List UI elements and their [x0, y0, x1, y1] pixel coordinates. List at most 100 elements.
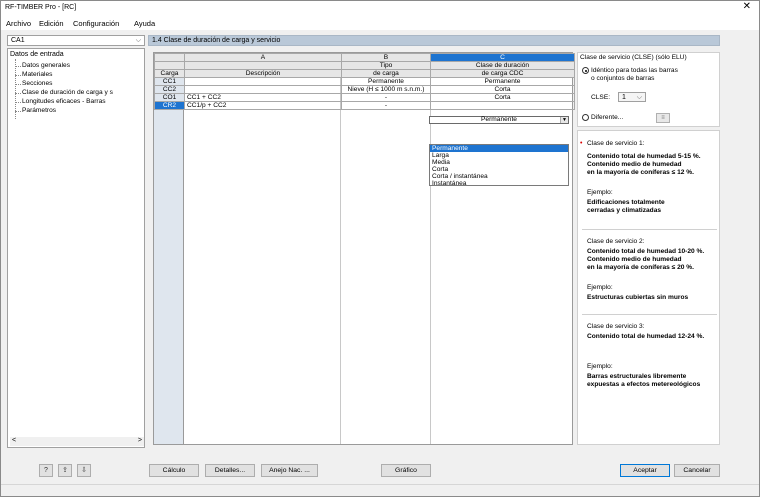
- radio-identical-label-2: o conjuntos de barras: [591, 75, 655, 82]
- menu-edicion[interactable]: Edición: [39, 19, 64, 28]
- edit-icon[interactable]: ≡: [656, 113, 670, 123]
- marker-icon: •: [580, 140, 583, 147]
- cdc-combo[interactable]: Permanente ▼: [429, 116, 569, 124]
- menu-configuracion[interactable]: Configuración: [73, 19, 119, 28]
- cell-desc[interactable]: [184, 85, 342, 94]
- menu-bar: Archivo Edición Configuración Ayuda: [1, 15, 759, 30]
- graph-button[interactable]: Gráfico: [381, 464, 431, 477]
- status-bar: [1, 484, 759, 496]
- nav-tree: Datos de entrada Datos generales Materia…: [7, 48, 145, 448]
- help-icon[interactable]: ?: [39, 464, 53, 477]
- import-icon[interactable]: ⇩: [77, 464, 91, 477]
- class-3-example: Barras estructurales libremente: [587, 373, 687, 380]
- class-1-line: en la mayoría de coníferas ≤ 12 %.: [587, 169, 694, 176]
- tree-branch: [15, 66, 21, 67]
- row-header[interactable]: CC1: [154, 77, 185, 86]
- cell-cdc[interactable]: Corta: [430, 93, 575, 102]
- cell-desc[interactable]: CC1 + CC2: [184, 93, 342, 102]
- chevron-down-icon[interactable]: ▼: [560, 117, 568, 123]
- head-cell: [154, 61, 185, 70]
- details-button[interactable]: Detalles...: [205, 464, 255, 477]
- section-header: 1.4 Clase de duración de carga y servici…: [148, 35, 720, 46]
- clse-select[interactable]: 1 ⌵: [618, 92, 646, 102]
- head-cell: de carga CDC: [430, 69, 575, 78]
- cell-desc[interactable]: [184, 77, 342, 86]
- table-row: CO1 CC1 + CC2 - Corta: [154, 93, 575, 102]
- class-2-example-label: Ejemplo:: [587, 284, 613, 291]
- dropdown-option[interactable]: Corta: [430, 166, 568, 173]
- cell-cdc[interactable]: Permanente: [430, 77, 575, 86]
- tree-branch: [15, 93, 21, 94]
- class-2-line: Contenido total de humedad 10-20 %.: [587, 248, 705, 255]
- tree-item-clase-duracion[interactable]: Clase de duración de carga y s: [22, 89, 113, 96]
- corner-cell: [154, 53, 185, 62]
- dropdown-option[interactable]: Corta / instantánea: [430, 173, 568, 180]
- radio-different-label[interactable]: Diferente...: [591, 114, 623, 121]
- data-grid: A B C Tipo Clase de duración Carga Descr…: [153, 52, 575, 445]
- class-1-line: Contenido medio de humedad: [587, 161, 682, 168]
- dropdown-option[interactable]: Permanente: [430, 145, 568, 152]
- table-row: CC1 Permanente Permanente: [154, 77, 575, 86]
- col-letter-a[interactable]: A: [184, 53, 342, 62]
- dropdown-option[interactable]: Media: [430, 159, 568, 166]
- title-bar: RF-TIMBER Pro - [RC] ✕: [1, 1, 759, 15]
- scroll-right-icon[interactable]: >: [138, 437, 142, 444]
- case-select[interactable]: CA1 ⌵: [7, 35, 145, 46]
- class-2-title: Clase de servicio 2:: [587, 238, 645, 245]
- cell-cdc[interactable]: Corta: [430, 85, 575, 94]
- service-class-info: • Clase de servicio 1: Contenido total d…: [577, 130, 720, 445]
- row-header-selected[interactable]: CR2: [154, 101, 185, 110]
- menu-ayuda[interactable]: Ayuda: [134, 19, 155, 28]
- cell-tipo[interactable]: Nieve (H ≤ 1000 m s.n.m.): [341, 85, 431, 94]
- app-window: RF-TIMBER Pro - [RC] ✕ Archivo Edición C…: [0, 0, 760, 497]
- grid-table: A B C Tipo Clase de duración Carga Descr…: [154, 53, 575, 110]
- cell-tipo[interactable]: Permanente: [341, 77, 431, 86]
- head-cell: Descripción: [184, 69, 342, 78]
- cell-tipo[interactable]: -: [341, 101, 431, 110]
- calc-button[interactable]: Cálculo: [149, 464, 199, 477]
- head-cell: [184, 61, 342, 70]
- cell-tipo[interactable]: -: [341, 93, 431, 102]
- cdc-combo-value: Permanente: [481, 116, 517, 123]
- tree-branch: [15, 84, 21, 85]
- dropdown-option[interactable]: Instantánea: [430, 180, 568, 187]
- grid-column-line: [430, 53, 431, 444]
- menu-archivo[interactable]: Archivo: [6, 19, 31, 28]
- tree-branch: [15, 75, 21, 76]
- chevron-down-icon: ⌵: [135, 37, 141, 44]
- radio-identical[interactable]: [582, 67, 589, 74]
- dropdown-option[interactable]: Larga: [430, 152, 568, 159]
- separator: [582, 314, 717, 315]
- tree-item-secciones[interactable]: Secciones: [22, 80, 52, 87]
- tree-item-parametros[interactable]: Parámetros: [22, 107, 56, 114]
- row-header-column: [154, 53, 184, 444]
- scroll-left-icon[interactable]: <: [12, 437, 16, 444]
- ok-button[interactable]: Aceptar: [620, 464, 670, 477]
- panel-title: Clase de servicio (CLSE) (sólo ELU): [580, 54, 687, 61]
- class-1-example: Edificaciones totalmente: [587, 199, 665, 206]
- tree-branch: [15, 102, 21, 103]
- case-select-value: CA1: [11, 37, 25, 44]
- row-header[interactable]: CO1: [154, 93, 185, 102]
- radio-different[interactable]: [582, 114, 589, 121]
- row-header[interactable]: CC2: [154, 85, 185, 94]
- head-cell: Clase de duración: [430, 61, 575, 70]
- cell-desc[interactable]: CC1/p + CC2: [184, 101, 342, 110]
- close-icon[interactable]: ✕: [743, 2, 751, 12]
- cancel-button[interactable]: Cancelar: [674, 464, 720, 477]
- col-letter-b[interactable]: B: [341, 53, 431, 62]
- col-letter-c[interactable]: C: [430, 53, 575, 62]
- chevron-down-icon: ⌵: [636, 94, 642, 101]
- radio-identical-label[interactable]: Idéntico para todas las barras: [591, 67, 678, 74]
- clse-value: 1: [622, 94, 626, 101]
- export-icon[interactable]: ⇪: [58, 464, 72, 477]
- class-1-example: cerradas y climatizadas: [587, 207, 662, 214]
- tree-hscrollbar[interactable]: < >: [10, 437, 144, 446]
- tree-root[interactable]: Datos de entrada: [10, 51, 64, 58]
- national-annex-button[interactable]: Anejo Nac. ...: [261, 464, 318, 477]
- cell-cdc-edit[interactable]: [430, 101, 575, 110]
- tree-item-longitudes[interactable]: Longitudes eficaces - Barras: [22, 98, 106, 105]
- head-cell: Carga: [154, 69, 185, 78]
- tree-item-materiales[interactable]: Materiales: [22, 71, 52, 78]
- tree-item-datos-generales[interactable]: Datos generales: [22, 62, 70, 69]
